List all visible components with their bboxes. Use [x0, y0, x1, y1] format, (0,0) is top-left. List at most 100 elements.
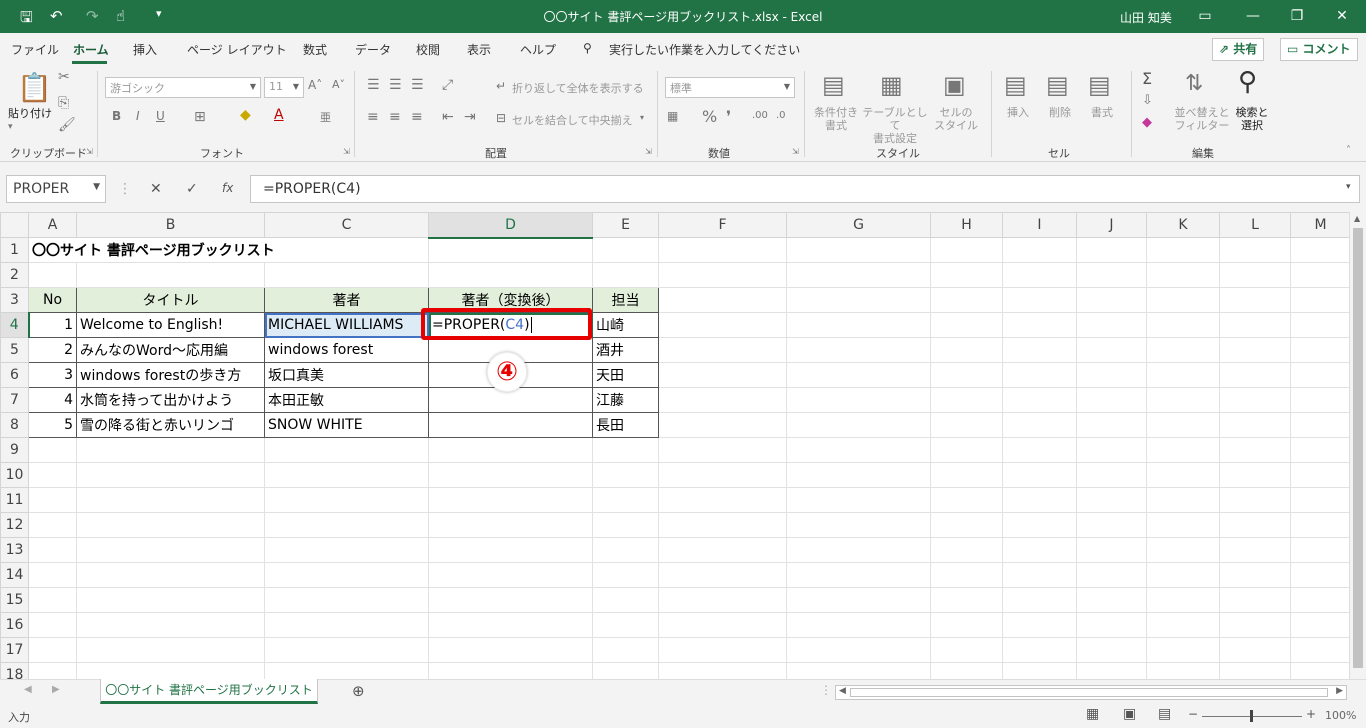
wrap-text-button[interactable]: 折り返して全体を表示する	[512, 82, 644, 95]
enter-icon[interactable]: ✓	[186, 181, 198, 197]
increase-indent-icon[interactable]: ⇥	[464, 109, 476, 125]
cell[interactable]	[786, 437, 931, 463]
cell[interactable]	[264, 587, 429, 613]
worksheet-grid[interactable]: A B C D E F G H I J K L M 1 〇〇サイト 書評ページ用…	[0, 212, 1366, 679]
cell[interactable]	[1002, 312, 1077, 338]
cell[interactable]	[786, 587, 931, 613]
cell[interactable]	[592, 662, 659, 679]
author-cell[interactable]: SNOW WHITE	[264, 412, 429, 438]
column-header[interactable]: A	[28, 212, 77, 238]
cell[interactable]	[930, 562, 1003, 588]
tab-insert[interactable]: 挿入	[133, 41, 157, 58]
title-cell[interactable]: 雪の降る街と赤いリンゴ	[76, 412, 265, 438]
cell[interactable]	[1219, 637, 1291, 663]
cell[interactable]	[1290, 412, 1351, 438]
cell[interactable]	[592, 262, 659, 288]
cell[interactable]	[1076, 462, 1147, 488]
row-header[interactable]: 11	[0, 487, 29, 513]
format-as-table-button[interactable]: テーブルとして 書式設定	[860, 106, 930, 145]
cell[interactable]	[592, 437, 659, 463]
decrease-decimal-icon[interactable]: .0	[776, 110, 786, 121]
cell[interactable]	[1146, 562, 1220, 588]
name-box[interactable]: PROPER ▼	[6, 175, 106, 203]
format-table-icon[interactable]: ▦	[880, 71, 903, 99]
cell[interactable]	[786, 487, 931, 513]
cell[interactable]	[1076, 437, 1147, 463]
tab-home[interactable]: ホーム	[73, 41, 109, 58]
scroll-left-icon[interactable]: ◀	[839, 686, 846, 696]
staff-cell[interactable]: 山崎	[592, 312, 659, 338]
cell[interactable]	[1146, 462, 1220, 488]
cell[interactable]	[1076, 262, 1147, 288]
normal-view-icon[interactable]: ▦	[1086, 706, 1099, 722]
cell[interactable]	[264, 437, 429, 463]
tab-view[interactable]: 表示	[467, 41, 491, 58]
row-header[interactable]: 7	[0, 387, 29, 413]
cell[interactable]	[1146, 362, 1220, 388]
cell[interactable]	[1002, 337, 1077, 363]
delete-cells-icon[interactable]: ▤	[1046, 71, 1069, 99]
cell[interactable]	[1076, 537, 1147, 563]
cell[interactable]	[428, 262, 593, 288]
row-header[interactable]: 14	[0, 562, 29, 588]
cell[interactable]	[1146, 312, 1220, 338]
vertical-scrollbar[interactable]: ▲	[1349, 212, 1366, 679]
cell[interactable]	[264, 512, 429, 538]
scroll-right-icon[interactable]: ▶	[1336, 686, 1343, 696]
cell[interactable]	[76, 487, 265, 513]
cell[interactable]	[1076, 412, 1147, 438]
borders-icon[interactable]: ⊞	[194, 109, 206, 125]
cell[interactable]	[264, 262, 429, 288]
cell[interactable]	[1290, 312, 1351, 338]
comma-style-icon[interactable]: ❜	[726, 107, 731, 126]
column-header[interactable]: F	[658, 212, 787, 238]
cell[interactable]	[28, 512, 77, 538]
cell[interactable]	[1146, 487, 1220, 513]
chevron-down-icon[interactable]: ▾	[640, 113, 644, 122]
orientation-icon[interactable]: ⤢	[442, 77, 453, 93]
row-header[interactable]: 13	[0, 537, 29, 563]
cell[interactable]	[658, 412, 787, 438]
cell[interactable]	[786, 287, 931, 313]
scroll-thumb[interactable]	[850, 688, 1328, 697]
cell[interactable]	[28, 612, 77, 638]
cell[interactable]	[1146, 412, 1220, 438]
cell[interactable]	[1002, 412, 1077, 438]
cell[interactable]	[428, 512, 593, 538]
column-header[interactable]: L	[1219, 212, 1291, 238]
align-right-icon[interactable]: ≡	[411, 109, 423, 125]
cell[interactable]	[28, 462, 77, 488]
header-author[interactable]: 著者	[264, 287, 429, 313]
cell[interactable]	[658, 587, 787, 613]
cell[interactable]	[1146, 612, 1220, 638]
cell[interactable]	[1219, 487, 1291, 513]
tab-help[interactable]: ヘルプ	[520, 41, 556, 58]
column-header[interactable]: I	[1002, 212, 1077, 238]
cell[interactable]	[658, 437, 787, 463]
cell[interactable]	[1219, 412, 1291, 438]
cell[interactable]	[1146, 237, 1220, 263]
cell[interactable]	[786, 562, 931, 588]
cell[interactable]	[28, 637, 77, 663]
cell[interactable]	[264, 462, 429, 488]
comments-button[interactable]: ▭ コメント	[1280, 38, 1358, 61]
copy-icon[interactable]: ⎘	[58, 95, 69, 111]
cell[interactable]	[1076, 562, 1147, 588]
cell[interactable]	[658, 337, 787, 363]
cell[interactable]	[658, 512, 787, 538]
zoom-level[interactable]: 100%	[1325, 709, 1356, 722]
cell[interactable]	[1290, 287, 1351, 313]
row-header[interactable]: 12	[0, 512, 29, 538]
cell[interactable]	[428, 662, 593, 679]
zoom-slider-thumb[interactable]	[1250, 710, 1253, 722]
row-header[interactable]: 18	[0, 662, 29, 679]
cell[interactable]	[1002, 437, 1077, 463]
column-header[interactable]: K	[1146, 212, 1220, 238]
sheet-tab[interactable]: 〇〇サイト 書評ページ用ブックリスト	[100, 679, 318, 704]
cell[interactable]	[1290, 337, 1351, 363]
cell[interactable]	[930, 312, 1003, 338]
phonetic-icon[interactable]: 亜	[320, 109, 331, 125]
clear-icon[interactable]: ◆	[1142, 115, 1152, 130]
column-header[interactable]: B	[76, 212, 265, 238]
cell[interactable]	[1076, 287, 1147, 313]
